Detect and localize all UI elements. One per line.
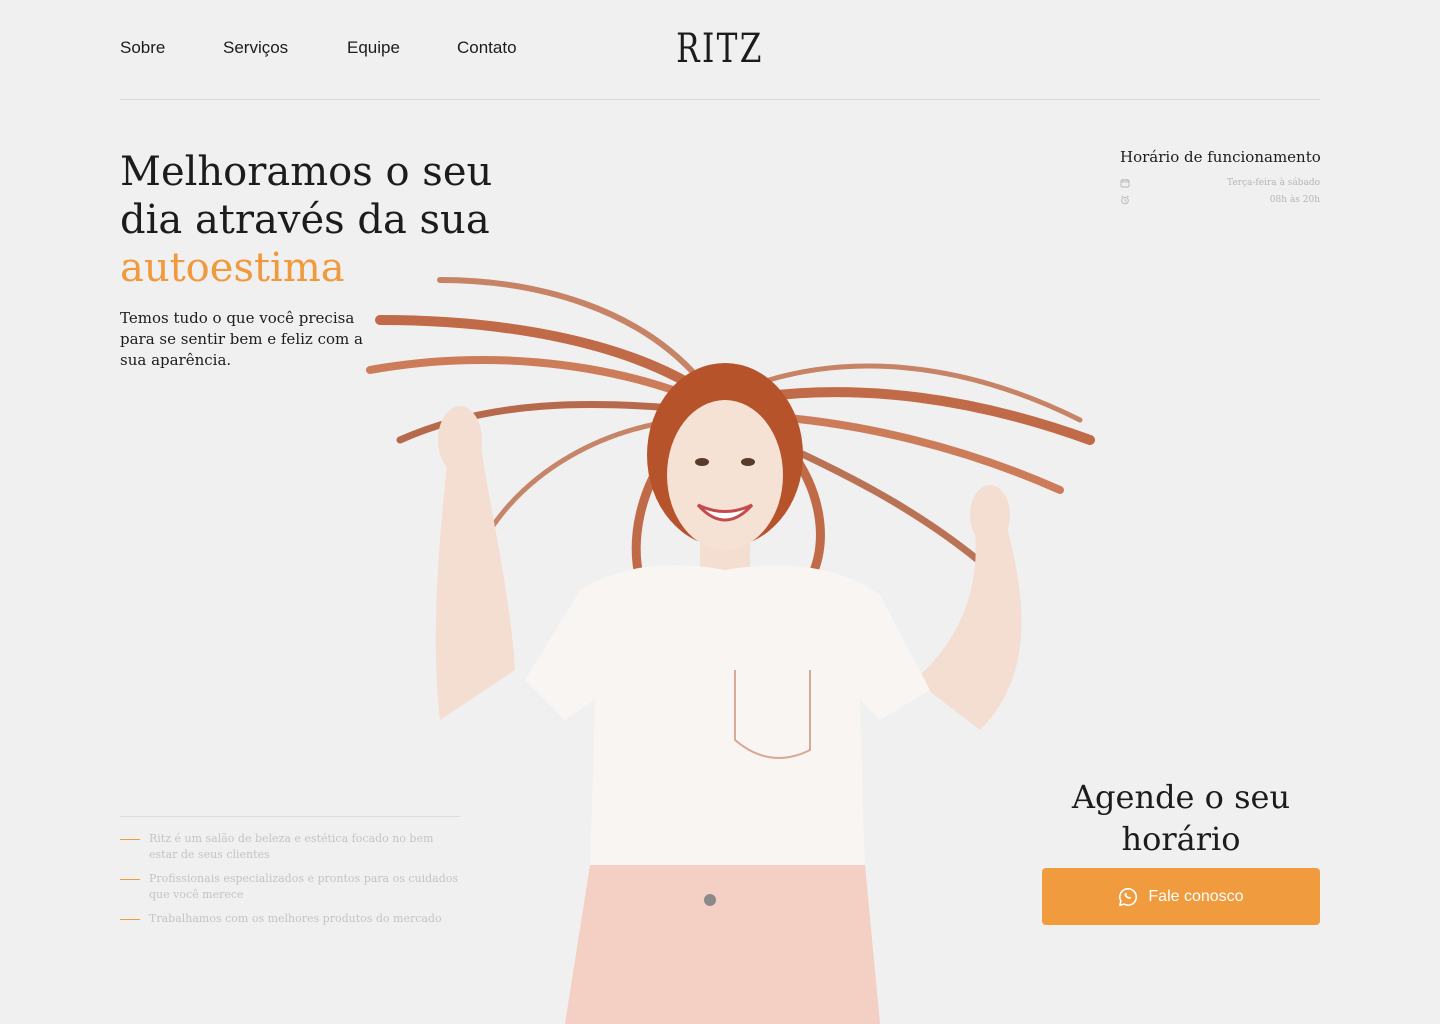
calendar-icon xyxy=(1120,178,1130,187)
t-shirt xyxy=(525,565,930,870)
contact-us-button[interactable]: Fale conosco xyxy=(1042,868,1320,925)
opening-hours-time: 08h às 20h xyxy=(1269,194,1320,205)
opening-hours-time-row: 08h às 20h xyxy=(1120,191,1320,208)
feature-item: Trabalhamos com os melhores produtos do … xyxy=(120,911,460,927)
brand-logo-wrapper: RITZ xyxy=(158,26,1281,72)
opening-hours-days: Terça-feira à sábado xyxy=(1227,177,1320,188)
contact-us-button-label: Fale conosco xyxy=(1148,887,1244,905)
left-hand xyxy=(438,406,482,474)
hero-subtitle: Temos tudo o que você precisa para se se… xyxy=(120,309,363,369)
feature-dash xyxy=(120,919,140,920)
alarm-clock-icon xyxy=(1121,195,1129,204)
left-arm xyxy=(435,435,515,720)
opening-hours-days-row: Terça-feira à sábado xyxy=(1120,174,1320,191)
opening-hours: Horário de funcionamento Terça-feira à s… xyxy=(1120,148,1321,208)
hero-title-line-2: dia através da sua xyxy=(120,197,490,243)
feature-item: Ritz é um salão de beleza e estética foc… xyxy=(120,831,460,863)
feature-dash xyxy=(120,879,140,880)
feature-dash xyxy=(120,839,140,840)
header-divider xyxy=(120,99,1320,100)
hero-title-line-1: Melhoramos o seu xyxy=(120,149,493,195)
cta-title: Agende o seu horário xyxy=(1071,778,1291,858)
features-list: Ritz é um salão de beleza e estética foc… xyxy=(120,816,460,935)
feature-text: Trabalhamos com os melhores produtos do … xyxy=(149,912,442,925)
whatsapp-icon xyxy=(1119,887,1138,906)
face xyxy=(667,400,783,550)
brand-logo[interactable]: RITZ xyxy=(676,26,764,72)
jeans xyxy=(565,865,880,1024)
feature-text: Ritz é um salão de beleza e estética foc… xyxy=(149,832,434,861)
feature-item: Profissionais especializados e prontos p… xyxy=(120,871,460,903)
feature-text: Profissionais especializados e prontos p… xyxy=(149,872,459,901)
opening-hours-title: Horário de funcionamento xyxy=(1120,148,1321,166)
right-hand xyxy=(970,485,1010,545)
